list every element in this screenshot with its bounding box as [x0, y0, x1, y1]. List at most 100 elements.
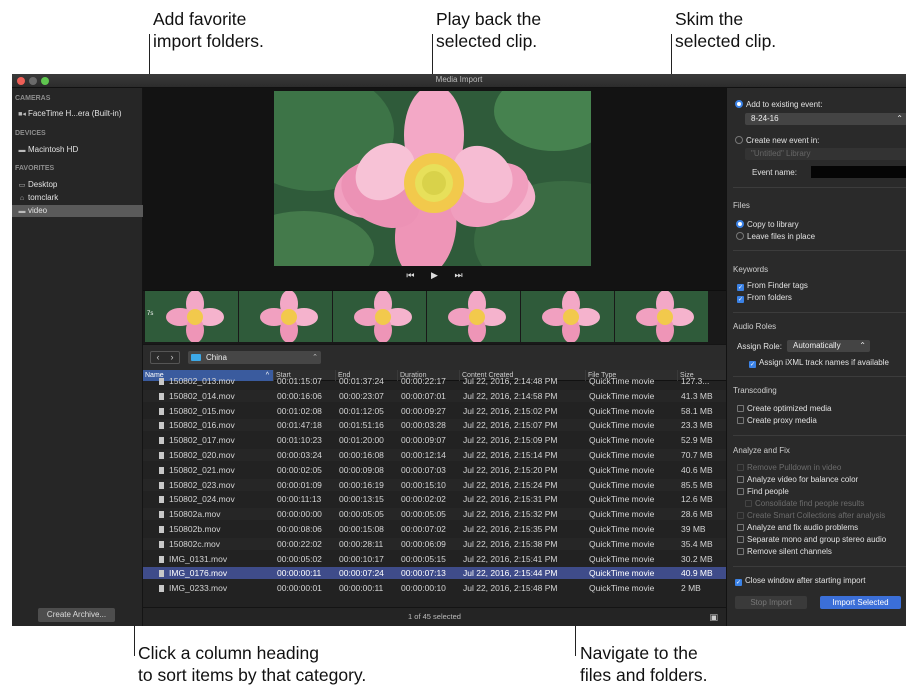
viewer[interactable]: ⏮ ▶ ⏭: [143, 88, 726, 290]
close-window-checkbox[interactable]: ✓ Close window after starting import: [735, 576, 866, 586]
cell-duration: 00:00:09:27: [401, 405, 461, 417]
cell-text: 00:00:03:28: [401, 420, 446, 431]
sidebar-item-video[interactable]: ▬ video: [12, 205, 143, 217]
cell-name: 150802_017.mov: [159, 434, 275, 446]
cell-duration: 00:00:07:02: [401, 523, 461, 535]
movie-file-icon: [159, 540, 164, 548]
next-clip-button[interactable]: ⏭: [454, 268, 462, 282]
back-button[interactable]: ‹: [151, 352, 165, 363]
separate-mono-checkbox[interactable]: Separate mono and group stereo audio: [737, 535, 886, 544]
remove-pulldown-checkbox[interactable]: Remove Pulldown in video: [737, 463, 841, 472]
cell-text: Jul 22, 2016, 2:15:07 PM: [463, 420, 558, 431]
sidebar-item-tomclark[interactable]: ⌂ tomclark: [12, 192, 143, 204]
filmstrip[interactable]: 7s: [143, 290, 726, 344]
sidebar-item-macintosh-hd[interactable]: ▬ Macintosh HD: [12, 144, 143, 156]
cell-file-type: QuickTime movie: [589, 375, 679, 387]
devices-header: DEVICES: [15, 130, 46, 137]
analyze-audio-checkbox[interactable]: Analyze and fix audio problems: [737, 523, 858, 532]
library-popup[interactable]: "Untitled" Library: [745, 148, 906, 160]
filmstrip-frame[interactable]: [615, 291, 708, 342]
table-row[interactable]: 150802_014.mov 00:00:16:06 00:00:23:07 00:0…: [143, 389, 726, 402]
table-row[interactable]: 150802_015.mov 00:01:02:08 00:01:12:05 00:0…: [143, 405, 726, 417]
cell-text: 00:00:09:27: [401, 405, 446, 416]
cell-text: 00:00:07:01: [401, 390, 446, 401]
stop-import-button[interactable]: Stop Import: [735, 596, 807, 609]
import-selected-button[interactable]: Import Selected: [820, 596, 901, 609]
cell-content-created: Jul 22, 2016, 2:15:44 PM: [463, 567, 587, 579]
table-row[interactable]: 150802_016.mov 00:01:47:18 00:01:51:16 00:0…: [143, 419, 726, 432]
table-row[interactable]: IMG_0233.mov 00:00:00:01 00:00:00:11 00:00:…: [143, 582, 726, 594]
smart-collections-checkbox[interactable]: Create Smart Collections after analysis: [737, 511, 885, 520]
filmstrip-frame[interactable]: [333, 291, 426, 342]
filmstrip-frame[interactable]: [521, 291, 614, 342]
event-name-field[interactable]: [811, 166, 906, 178]
create-archive-button[interactable]: Create Archive...: [38, 608, 115, 622]
play-button[interactable]: ▶: [431, 268, 438, 282]
previous-clip-button[interactable]: ⏮: [406, 268, 414, 282]
filmstrip-frame[interactable]: [239, 291, 332, 342]
table-row[interactable]: 150802_013.mov 00:01:15:07 00:01:37:24 00:0…: [143, 375, 726, 387]
cell-end: 00:01:37:24: [339, 375, 399, 387]
add-existing-radio[interactable]: Add to existing event:: [735, 100, 823, 109]
table-row[interactable]: 150802c.mov 00:00:22:02 00:00:28:11 00:00:0…: [143, 537, 726, 550]
cell-text: 23.3 MB: [681, 420, 713, 431]
cell-size: 127.3...: [681, 375, 723, 387]
event-popup[interactable]: 8-24-16 ⌃: [745, 113, 906, 125]
checkbox-icon: [737, 512, 744, 519]
table-row[interactable]: 150802_017.mov 00:01:10:23 00:01:20:00 00:0…: [143, 434, 726, 446]
cell-name: 150802_013.mov: [159, 375, 275, 387]
divider: [733, 566, 906, 567]
cell-text: 00:00:09:08: [339, 464, 384, 475]
forward-button[interactable]: ›: [165, 352, 179, 363]
cell-text: 39 MB: [681, 524, 706, 534]
desktop-icon: ▭: [18, 182, 26, 189]
from-folders-checkbox[interactable]: ✓ From folders: [737, 293, 792, 303]
analyze-color-checkbox[interactable]: Analyze video for balance color: [737, 475, 858, 484]
filmstrip-toggle-icon[interactable]: ▣: [709, 608, 718, 626]
filmstrip-frame[interactable]: [427, 291, 520, 342]
create-new-event-radio[interactable]: Create new event in:: [735, 136, 819, 145]
table-row[interactable]: IMG_0131.mov 00:00:05:02 00:00:10:17 00:00:…: [143, 553, 726, 565]
radio-icon: [736, 220, 744, 228]
table-row[interactable]: 150802_020.mov 00:00:03:24 00:00:16:08 00:0…: [143, 449, 726, 461]
cell-size: 23.3 MB: [681, 419, 723, 431]
cell-start: 00:00:00:01: [277, 582, 337, 594]
cell-text: QuickTime movie: [589, 553, 655, 564]
table-row[interactable]: 150802a.mov 00:00:00:00 00:00:05:05 00:00:0…: [143, 508, 726, 521]
assign-role-popup[interactable]: Automatically ⌃: [787, 340, 870, 352]
checkbox-icon: [737, 524, 744, 531]
sidebar-item-camera[interactable]: ■◂ FaceTime H...era (Built-in): [12, 108, 143, 120]
table-row[interactable]: 150802_024.mov 00:00:11:13 00:00:13:15 00:0…: [143, 493, 726, 505]
cell-file-type: QuickTime movie: [589, 449, 679, 461]
table-row[interactable]: IMG_0176.mov 00:00:00:11 00:00:07:24 00:00:…: [143, 567, 726, 580]
leave-in-place-radio[interactable]: Leave files in place: [736, 232, 815, 241]
cell-size: 39 MB: [681, 523, 723, 535]
cell-text: 00:00:16:19: [339, 479, 384, 490]
movie-file-icon: [159, 555, 164, 563]
folder-popup[interactable]: China ⌃: [188, 351, 321, 364]
cell-text: IMG_0233.mov: [169, 583, 228, 594]
table-row[interactable]: 150802b.mov 00:00:08:06 00:00:15:08 00:00:0…: [143, 523, 726, 535]
create-optimized-checkbox[interactable]: Create optimized media: [737, 404, 831, 413]
table-row[interactable]: 150802_021.mov 00:00:02:05 00:00:09:08 00:0…: [143, 464, 726, 476]
from-finder-tags-checkbox[interactable]: ✓ From Finder tags: [737, 281, 808, 291]
cell-end: 00:00:05:05: [339, 508, 399, 520]
cell-end: 00:00:09:08: [339, 464, 399, 476]
create-proxy-checkbox[interactable]: Create proxy media: [737, 416, 817, 425]
sidebar-item-desktop[interactable]: ▭ Desktop: [12, 179, 143, 191]
cell-file-type: QuickTime movie: [589, 553, 679, 565]
consolidate-people-checkbox[interactable]: Consolidate find people results: [745, 499, 864, 508]
movie-file-icon: [159, 511, 164, 519]
cell-end: 00:00:15:08: [339, 523, 399, 535]
media-import-window: Media Import CAMERAS ■◂ FaceTime H...era …: [12, 74, 906, 626]
assign-ixml-checkbox[interactable]: ✓ Assign iXML track names if available: [749, 358, 889, 368]
find-people-checkbox[interactable]: Find people: [737, 487, 789, 496]
cell-end: 00:00:23:07: [339, 390, 399, 402]
cell-text: 40.9 MB: [681, 568, 713, 579]
copy-to-library-radio[interactable]: Copy to library: [736, 220, 799, 229]
filmstrip-frame[interactable]: 7s: [145, 291, 238, 342]
movie-file-icon: [159, 496, 164, 504]
filmstrip-duration-badge: 7s: [147, 311, 154, 317]
table-row[interactable]: 150802_023.mov 00:00:01:09 00:00:16:19 00:0…: [143, 478, 726, 491]
remove-silent-checkbox[interactable]: Remove silent channels: [737, 547, 832, 556]
